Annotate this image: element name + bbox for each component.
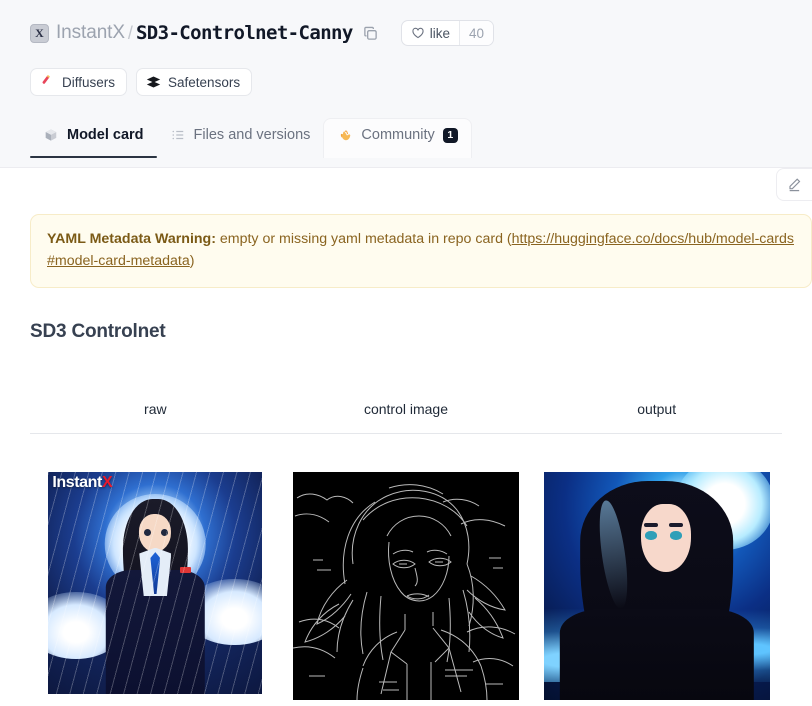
raw-image[interactable]: InstantX xyxy=(48,472,263,695)
canny-edge-drawing xyxy=(292,484,516,701)
tag-diffusers[interactable]: Diffusers xyxy=(30,68,128,96)
control-image[interactable] xyxy=(292,472,519,701)
tab-bar: Model card Files and versions Community … xyxy=(0,118,812,158)
tag-label: Diffusers xyxy=(62,74,116,90)
tab-model-card[interactable]: Model card xyxy=(30,118,157,158)
org-link[interactable]: InstantX xyxy=(56,22,125,44)
diffusers-icon xyxy=(40,75,55,90)
output-image[interactable] xyxy=(543,472,770,701)
column-header-control-image: control image xyxy=(280,401,532,435)
org-avatar[interactable]: X xyxy=(30,23,49,43)
tag-label: Safetensors xyxy=(168,74,241,90)
tab-files-and-versions[interactable]: Files and versions xyxy=(157,118,324,158)
like-count[interactable]: 40 xyxy=(458,21,494,45)
copy-icon[interactable] xyxy=(362,25,379,42)
warning-text-after: ) xyxy=(189,252,195,269)
tag-safetensors[interactable]: Safetensors xyxy=(136,68,253,96)
blazer-shape xyxy=(559,608,754,701)
cell-output xyxy=(531,434,782,706)
tab-label: Community xyxy=(361,127,435,143)
page-title: SD3 Controlnet xyxy=(30,321,166,343)
model-card-content: YAML Metadata Warning: empty or missing … xyxy=(0,214,812,706)
watermark-accent: X xyxy=(101,474,113,492)
warning-label: YAML Metadata Warning: xyxy=(47,231,216,247)
avatar-letter: X xyxy=(35,26,44,40)
column-header-output: output xyxy=(531,401,782,435)
pencil-icon xyxy=(789,178,801,192)
heart-outline-icon xyxy=(412,27,424,39)
like-group: like 40 xyxy=(400,20,495,46)
cell-raw: InstantX xyxy=(30,434,281,706)
yaml-metadata-warning: YAML Metadata Warning: empty or missing … xyxy=(30,214,812,289)
warning-text-before: empty or missing yaml metadata in repo c… xyxy=(215,231,512,247)
tag-list: Diffusers Safetensors xyxy=(0,68,812,96)
instantx-watermark: InstantX xyxy=(52,474,112,492)
cell-control-image xyxy=(281,434,532,706)
column-header-raw: raw xyxy=(30,401,281,435)
watermark-prefix: Instant xyxy=(52,474,102,492)
repo-name: SD3-Controlnet-Canny xyxy=(135,22,353,44)
clapping-hands-icon xyxy=(337,127,353,143)
eye-right-shape xyxy=(670,531,682,540)
table-header-row: raw control image output xyxy=(30,401,782,435)
examples-table: raw control image output InstantX xyxy=(30,401,782,706)
tab-label: Files and versions xyxy=(193,126,311,143)
path-separator: / xyxy=(127,22,133,43)
eyebrow-left-shape xyxy=(644,523,658,527)
eye-left-shape xyxy=(645,531,657,540)
like-label: like xyxy=(429,25,450,41)
tab-label: Model card xyxy=(67,126,144,143)
safetensors-icon xyxy=(146,75,161,90)
community-count-badge: 1 xyxy=(442,127,458,143)
like-button[interactable]: like xyxy=(402,21,459,45)
table-row: InstantX xyxy=(30,434,782,706)
eyebrow-right-shape xyxy=(669,523,683,527)
repo-title-row: X InstantX / SD3-Controlnet-Canny like 4… xyxy=(0,18,812,48)
rain-overlay xyxy=(48,472,263,695)
file-list-icon xyxy=(170,127,186,143)
cube-icon xyxy=(43,127,59,143)
tab-community[interactable]: Community 1 xyxy=(323,118,472,158)
edit-model-card-button[interactable] xyxy=(776,168,812,201)
page-header: X InstantX / SD3-Controlnet-Canny like 4… xyxy=(0,0,812,168)
